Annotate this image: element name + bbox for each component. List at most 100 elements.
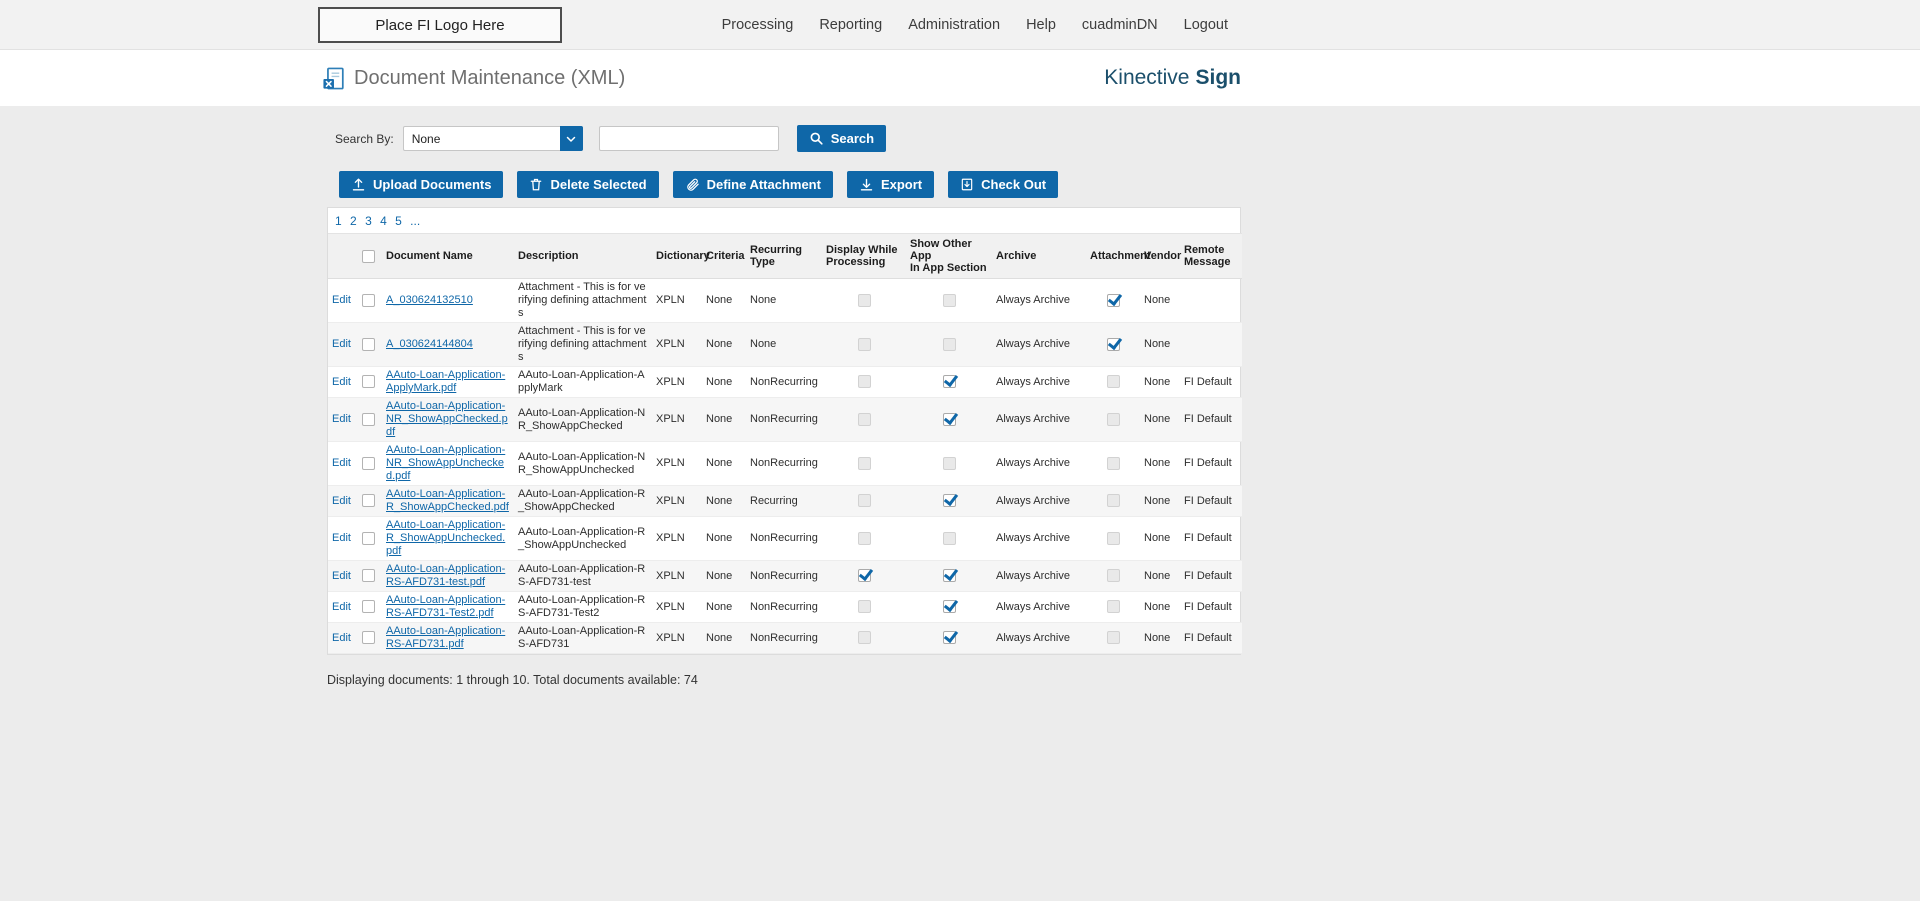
remote-message-cell: FI Default: [1180, 560, 1242, 592]
vendor-cell: None: [1140, 278, 1180, 323]
display-while-processing-checkbox[interactable]: [857, 293, 871, 307]
dictionary-cell: XPLN: [652, 485, 702, 517]
display-while-processing-checkbox[interactable]: [857, 569, 871, 583]
document-name-link[interactable]: AAuto-Loan-Application-NR_ShowAppChecked…: [386, 400, 508, 438]
remote-message-cell: [1180, 322, 1242, 367]
page-link-1[interactable]: 1: [335, 214, 342, 228]
show-other-app-checkbox[interactable]: [942, 337, 956, 351]
table-header-row: Document Name Description Dictionary Cri…: [328, 233, 1242, 279]
nav-reporting[interactable]: Reporting: [806, 17, 895, 33]
display-while-processing-checkbox[interactable]: [857, 531, 871, 545]
document-name-link[interactable]: AAuto-Loan-Application-ApplyMark.pdf: [386, 369, 505, 394]
paperclip-icon: [685, 177, 700, 192]
attachment-checkbox[interactable]: [1106, 456, 1120, 470]
document-name-link[interactable]: AAuto-Loan-Application-R_ShowAppUnchecke…: [386, 519, 505, 557]
show-other-app-checkbox[interactable]: [942, 375, 956, 389]
edit-link[interactable]: Edit: [332, 570, 351, 582]
delete-selected-button[interactable]: Delete Selected: [517, 171, 659, 198]
select-all-checkbox[interactable]: [362, 249, 375, 263]
attachment-checkbox[interactable]: [1106, 631, 1120, 645]
nav-logout[interactable]: Logout: [1171, 17, 1241, 33]
show-other-app-checkbox[interactable]: [942, 531, 956, 545]
page-link-more[interactable]: ...: [410, 214, 420, 228]
nav-help[interactable]: Help: [1013, 17, 1069, 33]
chevron-down-icon[interactable]: [559, 126, 583, 151]
page-link-3[interactable]: 3: [365, 214, 372, 228]
page-link-4[interactable]: 4: [380, 214, 387, 228]
edit-link[interactable]: Edit: [332, 413, 351, 425]
row-checkbox[interactable]: [362, 631, 375, 645]
document-name-link[interactable]: A_030624144804: [386, 338, 473, 350]
search-by-dropdown[interactable]: None: [402, 126, 583, 151]
show-other-app-checkbox[interactable]: [942, 600, 956, 614]
page-link-2[interactable]: 2: [350, 214, 357, 228]
dictionary-cell: XPLN: [652, 322, 702, 367]
document-name-link[interactable]: AAuto-Loan-Application-R_ShowAppChecked.…: [386, 488, 509, 513]
document-name-link[interactable]: AAuto-Loan-Application-RS-AFD731-Test2.p…: [386, 594, 505, 619]
remote-message-cell: FI Default: [1180, 591, 1242, 623]
show-other-app-checkbox[interactable]: [942, 569, 956, 583]
attachment-checkbox[interactable]: [1106, 494, 1120, 508]
row-checkbox[interactable]: [362, 375, 375, 389]
define-attachment-button[interactable]: Define Attachment: [672, 171, 833, 198]
edit-link[interactable]: Edit: [332, 376, 351, 388]
edit-link[interactable]: Edit: [332, 632, 351, 644]
display-while-processing-checkbox[interactable]: [857, 375, 871, 389]
show-other-app-checkbox[interactable]: [942, 456, 956, 470]
edit-link[interactable]: Edit: [332, 532, 351, 544]
vendor-cell: None: [1140, 441, 1180, 486]
table-row: Edit A_030624144804 Attachment - This is…: [328, 322, 1242, 367]
row-checkbox[interactable]: [362, 531, 375, 545]
remote-message-cell: FI Default: [1180, 622, 1242, 654]
row-checkbox[interactable]: [362, 456, 375, 470]
attachment-checkbox[interactable]: [1106, 531, 1120, 545]
display-while-processing-checkbox[interactable]: [857, 631, 871, 645]
attachment-checkbox[interactable]: [1106, 569, 1120, 583]
description-cell: Attachment - This is for verifying defin…: [514, 322, 652, 367]
row-checkbox[interactable]: [362, 293, 375, 307]
edit-link[interactable]: Edit: [332, 294, 351, 306]
show-other-app-checkbox[interactable]: [942, 412, 956, 426]
nav-administration[interactable]: Administration: [895, 17, 1013, 33]
display-while-processing-checkbox[interactable]: [857, 337, 871, 351]
attachment-checkbox[interactable]: [1106, 600, 1120, 614]
show-other-app-checkbox[interactable]: [942, 293, 956, 307]
dictionary-cell: XPLN: [652, 591, 702, 623]
display-while-processing-checkbox[interactable]: [857, 456, 871, 470]
document-name-link[interactable]: A_030624132510: [386, 294, 473, 306]
page-link-5[interactable]: 5: [395, 214, 402, 228]
upload-documents-button[interactable]: Upload Documents: [339, 171, 504, 198]
attachment-checkbox[interactable]: [1106, 412, 1120, 426]
table-body: Edit A_030624132510 Attachment - This is…: [328, 278, 1242, 654]
display-while-processing-checkbox[interactable]: [857, 412, 871, 426]
edit-link[interactable]: Edit: [332, 495, 351, 507]
display-while-processing-checkbox[interactable]: [857, 600, 871, 614]
edit-link[interactable]: Edit: [332, 338, 351, 350]
vendor-cell: None: [1140, 516, 1180, 561]
search-button[interactable]: Search: [796, 125, 887, 152]
description-cell: AAuto-Loan-Application-RS-AFD731-test: [514, 560, 652, 592]
show-other-app-checkbox[interactable]: [942, 631, 956, 645]
attachment-checkbox[interactable]: [1106, 375, 1120, 389]
nav-user-cuadmindn[interactable]: cuadminDN: [1069, 17, 1171, 33]
export-button[interactable]: Export: [846, 171, 935, 198]
display-while-processing-checkbox[interactable]: [857, 494, 871, 508]
row-checkbox[interactable]: [362, 600, 375, 614]
attachment-checkbox[interactable]: [1106, 293, 1120, 307]
edit-link[interactable]: Edit: [332, 457, 351, 469]
row-checkbox[interactable]: [362, 494, 375, 508]
check-out-button[interactable]: Check Out: [948, 171, 1059, 198]
col-attachment: Attachment: [1086, 233, 1151, 279]
document-name-link[interactable]: AAuto-Loan-Application-RS-AFD731-test.pd…: [386, 563, 505, 588]
document-name-link[interactable]: AAuto-Loan-Application-NR_ShowAppUncheck…: [386, 444, 505, 482]
row-checkbox[interactable]: [362, 569, 375, 583]
nav-processing[interactable]: Processing: [709, 17, 807, 33]
document-name-link[interactable]: AAuto-Loan-Application-RS-AFD731.pdf: [386, 625, 505, 650]
vendor-cell: None: [1140, 397, 1180, 442]
search-input[interactable]: [598, 126, 779, 151]
row-checkbox[interactable]: [362, 337, 375, 351]
row-checkbox[interactable]: [362, 412, 375, 426]
attachment-checkbox[interactable]: [1106, 337, 1120, 351]
edit-link[interactable]: Edit: [332, 601, 351, 613]
show-other-app-checkbox[interactable]: [942, 494, 956, 508]
